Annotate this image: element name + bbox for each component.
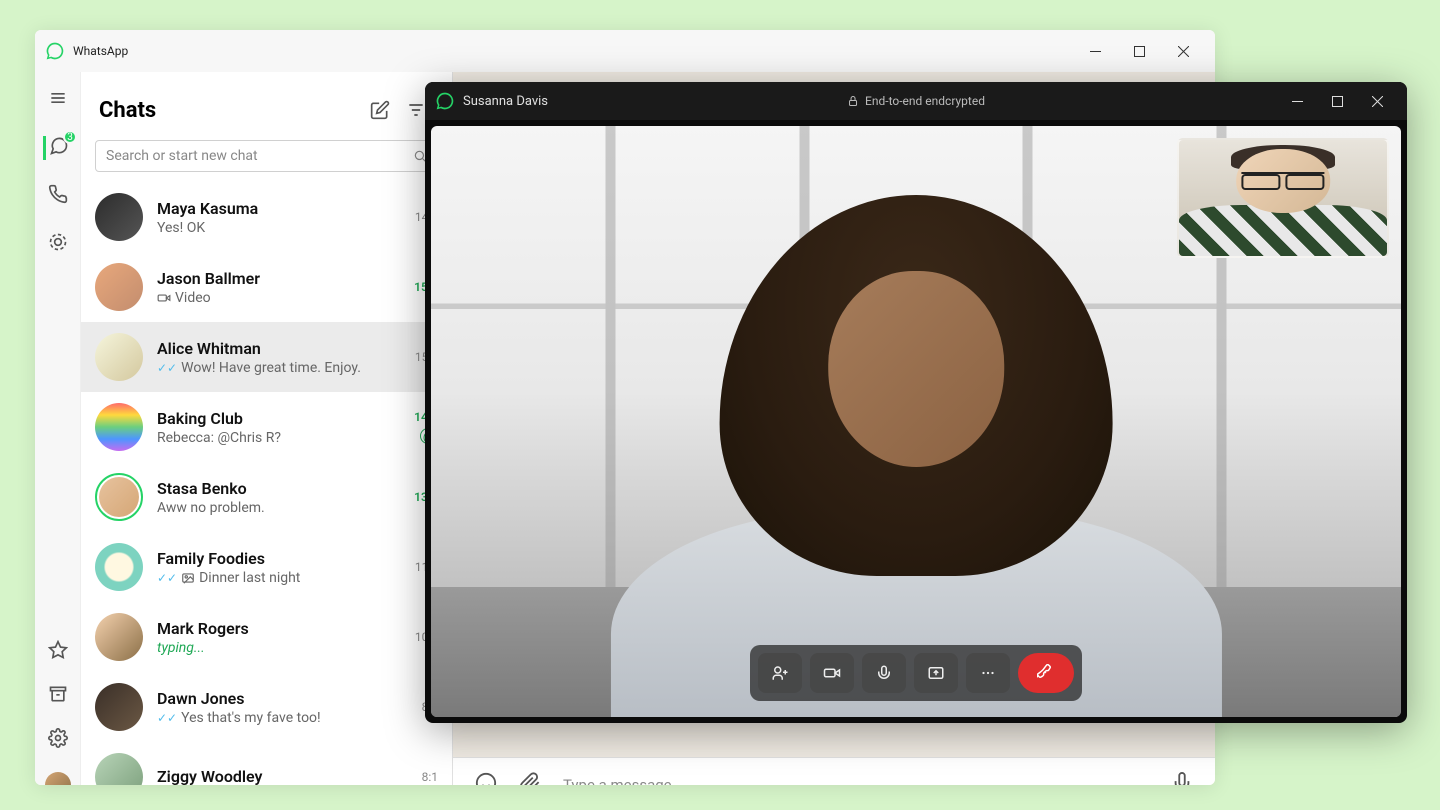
chat-avatar (95, 613, 143, 661)
whatsapp-logo-icon (45, 41, 65, 61)
call-close-button[interactable] (1357, 82, 1397, 120)
minimize-button[interactable] (1073, 30, 1117, 72)
attach-button[interactable] (519, 772, 541, 785)
video-icon (157, 291, 171, 305)
chat-row[interactable]: Family Foodies✓✓ Dinner last night11:2 (81, 532, 452, 602)
new-chat-button[interactable] (362, 92, 398, 128)
chat-avatar (95, 473, 143, 521)
chat-preview: Aww no problem. (157, 500, 400, 516)
menu-icon[interactable] (48, 88, 68, 112)
encryption-label: End-to-end endcrypted (865, 94, 985, 108)
screenshare-button[interactable] (914, 653, 958, 693)
chat-name: Ziggy Woodley (157, 767, 408, 786)
call-window: Susanna Davis End-to-end endcrypted (425, 82, 1407, 723)
chat-name: Maya Kasuma (157, 199, 401, 218)
message-input[interactable]: Type a message (563, 776, 1149, 785)
emoji-button[interactable] (475, 772, 497, 785)
chat-row[interactable]: Jason Ballmer Video15:2 (81, 252, 452, 322)
chat-name: Jason Ballmer (157, 269, 400, 288)
chat-preview: Rebecca: @Chris R? (157, 430, 400, 446)
call-titlebar: Susanna Davis End-to-end endcrypted (425, 82, 1407, 120)
maximize-button[interactable] (1117, 30, 1161, 72)
calls-nav-icon[interactable] (48, 184, 68, 208)
chat-preview: Video (157, 290, 400, 306)
photo-icon (181, 571, 195, 585)
chat-preview: ✓✓ Wow! Have great time. Enjoy. (157, 360, 401, 376)
mic-toggle-button[interactable] (862, 653, 906, 693)
more-options-button[interactable] (966, 653, 1010, 693)
chat-avatar (95, 403, 143, 451)
chat-row[interactable]: Ziggy Woodley 8:1 (81, 742, 452, 785)
chat-preview: ✓✓ Yes that's my fave too! (157, 710, 408, 726)
end-call-button[interactable] (1018, 653, 1074, 693)
unread-badge: 3 (63, 130, 77, 144)
chat-preview: typing... (157, 640, 401, 656)
search-input[interactable]: Search or start new chat (95, 140, 438, 172)
camera-toggle-button[interactable] (810, 653, 854, 693)
chat-time: 8:1 (422, 770, 438, 784)
archive-nav-icon[interactable] (48, 684, 68, 708)
nav-rail: 3 (35, 72, 81, 785)
chat-name: Baking Club (157, 409, 400, 428)
chat-avatar (95, 683, 143, 731)
read-checks-icon: ✓✓ (157, 361, 177, 375)
chat-row[interactable]: Mark Rogerstyping...10:5 (81, 602, 452, 672)
self-video-pip[interactable] (1177, 138, 1389, 258)
chat-list: Maya KasumaYes! OK14:5Jason Ballmer Vide… (81, 182, 452, 785)
chat-name: Mark Rogers (157, 619, 401, 638)
starred-nav-icon[interactable] (48, 640, 68, 664)
mic-button[interactable] (1171, 772, 1193, 785)
call-minimize-button[interactable] (1277, 82, 1317, 120)
add-participant-button[interactable] (758, 653, 802, 693)
call-maximize-button[interactable] (1317, 82, 1357, 120)
chat-row[interactable]: Alice Whitman ✓✓ Wow! Have great time. En… (81, 322, 452, 392)
chat-avatar (95, 543, 143, 591)
close-button[interactable] (1161, 30, 1205, 72)
chats-nav-icon[interactable]: 3 (43, 136, 69, 160)
profile-avatar[interactable] (45, 772, 71, 785)
app-title: WhatsApp (73, 44, 128, 58)
chat-row[interactable]: Baking ClubRebecca: @Chris R?14:4@ (81, 392, 452, 462)
chat-name: Stasa Benko (157, 479, 400, 498)
chat-avatar (95, 333, 143, 381)
compose-bar: Type a message (453, 757, 1215, 785)
search-placeholder: Search or start new chat (106, 148, 413, 164)
call-contact-name: Susanna Davis (463, 94, 548, 109)
chat-avatar (95, 193, 143, 241)
chat-preview: Yes! OK (157, 220, 401, 236)
remote-video (431, 126, 1401, 717)
call-controls (750, 645, 1082, 701)
chat-avatar (95, 753, 143, 785)
chat-name: Alice Whitman (157, 339, 401, 358)
chat-name: Dawn Jones (157, 689, 408, 708)
whatsapp-logo-icon (435, 91, 455, 111)
settings-nav-icon[interactable] (48, 728, 68, 752)
titlebar: WhatsApp (35, 30, 1215, 72)
chat-row[interactable]: Maya KasumaYes! OK14:5 (81, 182, 452, 252)
chat-preview: ✓✓ Dinner last night (157, 570, 401, 586)
read-checks-icon: ✓✓ (157, 571, 177, 585)
chat-name: Family Foodies (157, 549, 401, 568)
sidebar-title: Chats (99, 98, 362, 123)
chat-sidebar: Chats Search or start new chat Maya Kasu… (81, 72, 453, 785)
chat-avatar (95, 263, 143, 311)
chat-row[interactable]: Stasa BenkoAww no problem.13:5 (81, 462, 452, 532)
read-checks-icon: ✓✓ (157, 711, 177, 725)
status-nav-icon[interactable] (48, 232, 68, 256)
lock-icon (847, 95, 859, 107)
chat-row[interactable]: Dawn Jones✓✓ Yes that's my fave too!8:3 (81, 672, 452, 742)
